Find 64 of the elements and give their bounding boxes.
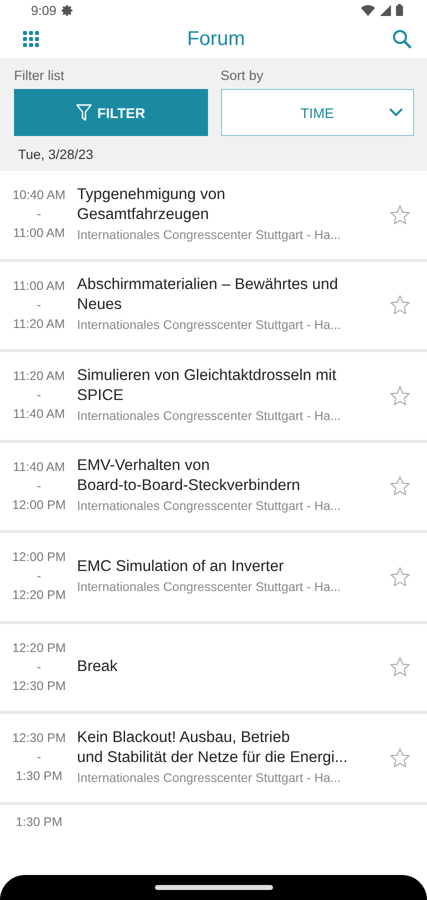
session-title: Break [77, 657, 118, 678]
session-row[interactable]: 10:40 AM - 11:00 AM Typgenehmigung von Gesamtfahrzeugen Internationales Congresscenter Stuttgart - Ha... [0, 171, 427, 258]
session-venue: Internationales Congresscenter Stuttgart - Ha... [77, 408, 342, 425]
chevron-down-icon [389, 108, 403, 117]
time-separator: - [36, 387, 42, 404]
signal-icon [380, 4, 391, 16]
end-time: 1:30 PM [16, 768, 62, 786]
home-handle[interactable] [154, 885, 272, 890]
start-time: 1:30 PM [16, 814, 62, 830]
time-separator: - [36, 749, 42, 766]
start-time: 10:40 AM [12, 187, 66, 204]
end-time: 11:40 AM [13, 406, 65, 424]
star-icon[interactable] [389, 656, 411, 678]
star-icon[interactable] [389, 204, 411, 226]
screen-title: Forum [187, 28, 245, 50]
session-venue: Internationales Congresscenter Stuttgart - Ha... [77, 226, 342, 244]
start-time: 11:40 AM [13, 458, 65, 476]
start-time: 11:20 AM [13, 368, 65, 386]
session-row[interactable]: 12:30 PM - 1:30 PM Kein Blackout! Ausbau, Betrieb und Stabilität der Netze für die Energi... Internationales Congresscenter Stuttgart - Ha... [0, 714, 427, 802]
star-icon[interactable] [389, 566, 411, 588]
session-title: Simulieren von Gleichtaktdrosseln mit SPICE [77, 366, 338, 406]
session-title: Typgenehmigung von Gesamtfahrzeugen [77, 184, 226, 225]
sort-label: Sort by [220, 68, 264, 83]
filter-label: Filter list [14, 68, 66, 83]
session-title: EMC Simulation of an Inverter [77, 556, 285, 577]
session-row[interactable]: 11:40 AM - 12:00 PM EMV-Verhalten von Board-to-Board-Steckverbindern Internationales Congresscenter Stuttgart - Ha... [0, 442, 427, 530]
start-time: 12:00 PM [12, 549, 66, 566]
gear-icon [61, 4, 74, 16]
grid-menu-icon[interactable] [22, 30, 40, 48]
sort-dropdown[interactable]: TIME [220, 89, 414, 136]
end-time: 12:30 PM [12, 678, 66, 695]
star-icon[interactable] [389, 746, 411, 769]
star-icon[interactable] [389, 384, 411, 407]
star-icon[interactable] [389, 294, 411, 316]
start-time: 12:20 PM [12, 640, 66, 657]
status-time: 9:09 [31, 2, 56, 18]
session-title: EMV-Verhalten von Board-to-Board-Steckverbindern [77, 456, 302, 496]
end-time: 11:20 AM [13, 316, 65, 333]
time-separator: - [36, 568, 42, 586]
session-title: Abschirmmaterialien – Bewährtes und Neues [77, 275, 340, 316]
search-icon[interactable] [392, 29, 412, 49]
time-separator: - [36, 658, 42, 676]
start-time: 11:00 AM [13, 278, 65, 295]
time-separator: - [36, 206, 42, 224]
battery-icon [396, 4, 403, 16]
session-venue: Internationales Congresscenter Stuttgart - Ha... [77, 578, 342, 596]
start-time: 12:30 PM [12, 730, 66, 748]
session-venue: Internationales Congresscenter Stuttgart - Ha... [77, 317, 342, 334]
wifi-icon [361, 4, 375, 16]
session-row[interactable]: 12:20 PM - 12:30 PM Break [0, 624, 427, 711]
session-venue: Internationales Congresscenter Stuttgart - Ha... [77, 770, 342, 787]
filter-button[interactable]: FILTER [14, 89, 208, 136]
end-time: 12:00 PM [12, 496, 66, 514]
session-title: Kein Blackout! Ausbau, Betrieb und Stabilität der Netze für die Energi... [77, 728, 349, 768]
time-separator: - [36, 296, 42, 314]
date-heading: Tue, 3/28/23 [18, 147, 94, 162]
time-separator: - [36, 478, 42, 495]
end-time: 12:20 PM [12, 587, 66, 604]
session-row[interactable]: 11:20 AM - 11:40 AM Simulieren von Gleichtaktdrosseln mit SPICE Internationales Congresscenter Stuttgart - Ha... [0, 352, 427, 440]
session-venue: Internationales Congresscenter Stuttgart - Ha... [77, 498, 342, 516]
star-icon[interactable] [389, 475, 411, 498]
session-row[interactable]: 11:00 AM - 11:20 AM Abschirmmaterialien – Bewährtes und Neues Internationales Congresscenter Stuttgart - Ha... [0, 262, 427, 349]
funnel-icon [76, 104, 92, 122]
end-time: 11:00 AM [13, 225, 65, 242]
